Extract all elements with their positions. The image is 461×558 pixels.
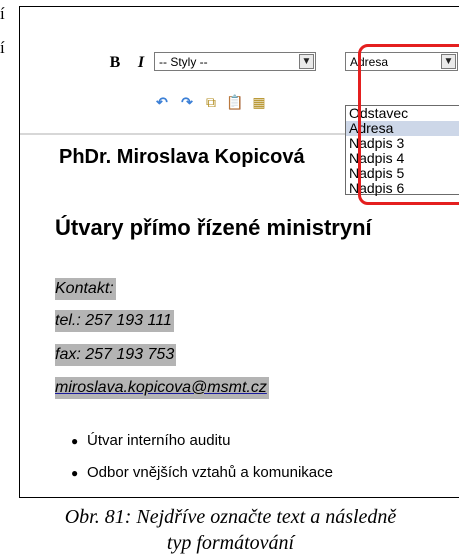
list-item-label: Odbor vnějších vztahů a komunikace	[87, 464, 333, 481]
styles-combo-value: -- Styly --	[159, 55, 208, 69]
stray-char: í	[0, 4, 5, 23]
name-heading: PhDr. Miroslava Kopicová	[59, 146, 305, 168]
contact-email-link[interactable]: miroslava.kopicova@msmt.cz	[55, 377, 269, 399]
highlight-box	[358, 44, 459, 205]
list-item: ● Útvar interního auditu	[71, 432, 231, 449]
bullet-icon: ●	[71, 466, 79, 480]
contact-phone: tel.: 257 193 111	[55, 310, 174, 332]
contact-label: Kontakt:	[55, 278, 116, 300]
paste-word-icon[interactable]: ▦	[249, 92, 269, 112]
stray-char: í	[0, 38, 5, 57]
list-item: ● Odbor vnějších vztahů a komunikace	[71, 464, 333, 481]
copy-icon[interactable]: ⧉	[201, 92, 221, 112]
figure-caption-line1: Obr. 81: Nejdříve označte text a následn…	[64, 506, 397, 528]
bullet-icon: ●	[71, 434, 79, 448]
bold-button[interactable]: B	[104, 53, 126, 73]
redo-icon[interactable]: ↷	[177, 92, 197, 112]
editor-frame: B I -- Styly -- ▼ Adresa ▼ ↶ ↷ ⧉ 📋 ▦ PhD…	[19, 6, 459, 498]
italic-button[interactable]: I	[130, 53, 152, 73]
figure-caption-line2: typ formátování	[166, 532, 295, 554]
undo-icon[interactable]: ↶	[152, 92, 172, 112]
list-item-label: Útvar interního auditu	[87, 432, 231, 449]
styles-combo[interactable]: -- Styly -- ▼	[154, 52, 316, 71]
paste-icon[interactable]: 📋	[225, 92, 245, 112]
section-heading: Útvary přímo řízené ministryní	[55, 215, 372, 240]
chevron-down-icon[interactable]: ▼	[299, 54, 314, 69]
contact-fax: fax: 257 193 753	[55, 344, 177, 366]
